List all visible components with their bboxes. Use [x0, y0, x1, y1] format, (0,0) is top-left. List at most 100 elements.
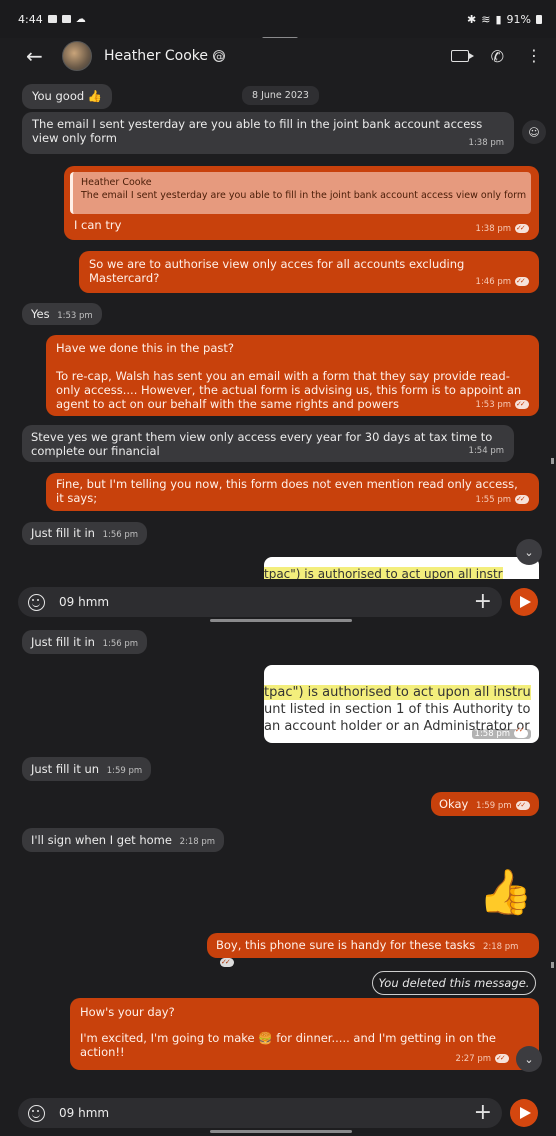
message-incoming[interactable]: Just fill it in 1:56 pm [22, 522, 148, 545]
gallery-notification-icon [47, 15, 57, 23]
message-input[interactable]: 09 hmm [59, 595, 474, 609]
message-outgoing[interactable]: So we are to authorise view only acces f… [79, 251, 539, 293]
chat-screen: 4:44 ☁ ✱ ≋ ▮ 91% ← Heather Cooke @ ✆ ⋮ Y… [0, 0, 556, 1136]
message-time: 1:55 pm [476, 492, 529, 507]
image-text: tpac") is authorised to act upon all ins… [264, 567, 503, 579]
message-outgoing[interactable]: Fine, but I'm telling you now, this form… [46, 473, 539, 511]
chat-header: ← Heather Cooke @ ✆ ⋮ [0, 38, 556, 74]
status-time: 4:44 [18, 12, 43, 26]
date-separator: 8 June 2023 [242, 86, 319, 105]
message-time: 1:59 pm [476, 798, 530, 812]
status-bar: 4:44 ☁ ✱ ≋ ▮ 91% [0, 0, 556, 38]
message-text: I'll sign when I get home [31, 833, 172, 847]
message-incoming[interactable]: You good 👍 [22, 84, 113, 109]
message-text: Yes [31, 307, 50, 321]
reaction-icon[interactable]: ☺ [522, 120, 546, 144]
app-notification-icon [61, 15, 71, 23]
message-text: Have we done this in the past? [56, 341, 234, 355]
message-text: Okay [439, 797, 469, 811]
message-incoming[interactable]: The email I sent yesterday are you able … [22, 112, 514, 154]
message-text: How's your day? [80, 1005, 175, 1019]
message-incoming[interactable]: Just fill it in 1:56 pm [22, 630, 148, 654]
video-call-icon[interactable] [450, 50, 474, 62]
avatar[interactable] [62, 41, 92, 71]
scroll-down-button[interactable]: ⌄ [516, 1046, 542, 1072]
message-text: Fine, but I'm telling you now, this form… [56, 477, 518, 505]
signal-icon: ▮ [495, 12, 502, 26]
message-text: Boy, this phone sure is handy for these … [216, 938, 476, 952]
read-receipt-icon [515, 397, 529, 411]
read-receipt-icon [514, 726, 528, 738]
message-text: I can try [74, 218, 122, 232]
message-text: So we are to authorise view only acces f… [89, 257, 465, 285]
image-text: tpac") is authorised to act upon all ins… [264, 685, 531, 700]
message-outgoing-reply[interactable]: Heather Cooke The email I sent yesterday… [64, 166, 539, 240]
message-input[interactable]: 09 hmm [59, 1106, 474, 1120]
message-incoming[interactable]: Steve yes we grant them view only access… [22, 425, 514, 462]
more-options-icon[interactable]: ⋮ [526, 48, 542, 64]
message-time: 1:38 pm [468, 138, 504, 148]
send-button[interactable] [510, 588, 538, 616]
message-composer[interactable]: 09 hmm + [18, 587, 502, 617]
contact-name[interactable]: Heather Cooke @ [104, 48, 226, 64]
message-outgoing[interactable]: Have we done this in the past? To re-cap… [46, 335, 539, 416]
image-text: unt listed in section 1 of this Authorit… [264, 702, 531, 717]
message-time: 1:46 pm [476, 274, 529, 289]
emoji-icon[interactable] [28, 593, 45, 611]
message-text: Just fill it un [31, 762, 100, 776]
message-text: To re-cap, Walsh has sent you an email w… [56, 369, 522, 411]
read-receipt-icon [515, 492, 529, 506]
message-time: 2:18 pm [179, 837, 216, 847]
cloud-icon: ☁ [75, 13, 86, 25]
message-emoji[interactable]: 👍 [478, 866, 533, 918]
scrollbar[interactable] [551, 962, 554, 968]
bluetooth-icon: ✱ [467, 12, 477, 26]
attach-plus-icon[interactable]: + [474, 1102, 492, 1124]
message-time: 1:56 pm [102, 639, 139, 649]
message-time: 1:53 pm [476, 397, 529, 412]
battery-icon [536, 14, 542, 24]
deleted-message-notice: You deleted this message. [372, 971, 536, 995]
contact-name-label: Heather Cooke [104, 48, 209, 64]
message-time: 1:56 pm [102, 530, 139, 540]
battery-level: 91% [506, 12, 531, 26]
read-receipt-icon [495, 1051, 509, 1065]
message-text: Steve yes we grant them view only access… [31, 430, 493, 458]
gesture-bar [210, 619, 352, 622]
message-time: 1:53 pm [57, 311, 93, 321]
phone-icon[interactable]: ✆ [491, 47, 504, 66]
message-time: 1:58 pm [471, 726, 531, 739]
at-icon: @ [213, 49, 226, 63]
read-receipt-icon [515, 221, 529, 235]
message-outgoing[interactable]: Boy, this phone sure is handy for these … [207, 933, 539, 969]
message-text: You good 👍 [32, 89, 103, 103]
message-time: 1:54 pm [468, 446, 504, 456]
message-time: 1:38 pm [476, 221, 529, 236]
message-time: 1:59 pm [106, 766, 143, 776]
quote-text: The email I sent yesterday are you able … [81, 190, 527, 201]
quoted-message[interactable]: Heather Cooke The email I sent yesterday… [70, 172, 531, 214]
wifi-icon: ≋ [481, 12, 491, 26]
scrollbar[interactable] [551, 458, 554, 464]
message-incoming[interactable]: I'll sign when I get home 2:18 pm [22, 828, 225, 852]
send-button[interactable] [510, 1099, 538, 1127]
read-receipt-icon [515, 798, 530, 812]
image-message[interactable]: tpac") is authorised to act upon all ins… [264, 665, 539, 743]
message-incoming[interactable]: Just fill it un 1:59 pm [22, 757, 152, 781]
image-message-preview[interactable]: tpac") is authorised to act upon all ins… [264, 557, 539, 579]
message-text: Just fill it in [31, 635, 95, 649]
read-receipt-icon [515, 274, 529, 288]
scroll-down-button[interactable]: ⌄ [516, 539, 542, 565]
quote-author: Heather Cooke [81, 177, 152, 188]
message-time: 2:27 pm [456, 1051, 509, 1066]
emoji-icon[interactable] [28, 1104, 45, 1122]
message-outgoing[interactable]: How's your day? I'm excited, I'm going t… [70, 998, 539, 1070]
read-receipt-icon [220, 955, 234, 969]
back-arrow-icon[interactable]: ← [26, 44, 56, 68]
message-incoming[interactable]: Yes 1:53 pm [22, 303, 102, 325]
attach-plus-icon[interactable]: + [474, 591, 492, 613]
message-outgoing[interactable]: Okay 1:59 pm [431, 792, 539, 816]
message-composer[interactable]: 09 hmm + [18, 1098, 502, 1128]
message-text: Just fill it in [31, 526, 95, 540]
message-text: The email I sent yesterday are you able … [32, 117, 483, 145]
